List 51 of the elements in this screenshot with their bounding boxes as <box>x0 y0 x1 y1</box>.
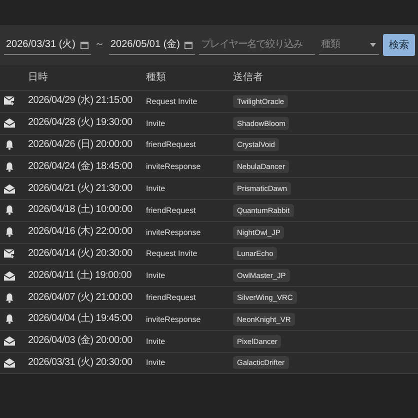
column-header: 種類 <box>146 72 166 84</box>
bell-icon <box>4 314 15 324</box>
bell-icon <box>4 227 15 238</box>
calendar-icon[interactable] <box>80 40 88 50</box>
open-envelope-icon <box>4 336 15 346</box>
datetime-cell: 2026/04/26 (日) 20:00:00 <box>28 138 132 151</box>
datetime-cell: 2026/04/03 (金) 20:00:00 <box>28 335 132 348</box>
type-cell: Invite <box>146 358 166 368</box>
datetime-cell: 2026/04/04 (土) 19:45:00 <box>28 313 132 326</box>
open-envelope-icon <box>4 118 15 128</box>
open-envelope-icon <box>4 270 15 281</box>
type-cell: Invite <box>146 184 166 194</box>
envelope-arrow-icon <box>4 96 15 106</box>
type-cell: inviteResponse <box>146 228 201 237</box>
player-filter-field[interactable]: プレイヤー名で絞り込み <box>199 35 315 55</box>
datetime-cell: 2026/04/07 (火) 21:00:00 <box>28 292 132 304</box>
envelope-arrow-icon <box>4 248 15 259</box>
bell-icon <box>4 292 15 303</box>
calendar-icon[interactable] <box>184 40 193 50</box>
caret-icon[interactable] <box>370 43 376 47</box>
type-cell: Invite <box>146 118 166 128</box>
open-envelope-icon <box>4 358 15 368</box>
datetime-cell: 2026/04/14 (火) 20:30:00 <box>28 248 132 260</box>
column-header: 日時 <box>28 72 48 84</box>
datetime-cell: 2026/04/11 (土) 19:00:00 <box>28 270 132 282</box>
datetime-cell: 2026/04/29 (水) 21:15:00 <box>28 95 132 108</box>
datetime-cell: 2026/04/28 (火) 19:30:00 <box>28 117 132 130</box>
column-header: 送信者 <box>233 72 263 84</box>
open-envelope-icon <box>4 184 15 194</box>
bell-icon <box>4 140 15 150</box>
type-cell: Invite <box>146 336 166 346</box>
type-cell: friendRequest <box>146 206 196 215</box>
date-from-field[interactable]: 2026/03/31 (火) <box>4 35 90 55</box>
bell-icon <box>4 205 15 216</box>
bell-icon <box>4 162 15 172</box>
search-button[interactable]: 検索 <box>383 34 415 56</box>
type-cell: Request Invite <box>146 249 198 258</box>
type-dropdown[interactable]: 種類 <box>319 35 379 55</box>
datetime-cell: 2026/04/16 (木) 22:00:00 <box>28 226 132 238</box>
type-cell: friendRequest <box>146 140 196 150</box>
datetime-cell: 2026/04/18 (土) 10:00:00 <box>28 204 132 216</box>
range-separator: ～ <box>94 39 104 51</box>
type-cell: Invite <box>146 271 166 280</box>
datetime-cell: 2026/03/31 (火) 20:30:00 <box>28 356 132 369</box>
date-to-field[interactable]: 2026/05/01 (金) <box>108 35 195 55</box>
datetime-cell: 2026/04/21 (火) 21:30:00 <box>28 182 132 195</box>
datetime-cell: 2026/04/24 (金) 18:45:00 <box>28 160 132 173</box>
type-cell: friendRequest <box>146 293 196 302</box>
type-cell: inviteResponse <box>146 162 201 172</box>
type-cell: Request Invite <box>146 96 198 106</box>
type-cell: inviteResponse <box>146 314 201 324</box>
